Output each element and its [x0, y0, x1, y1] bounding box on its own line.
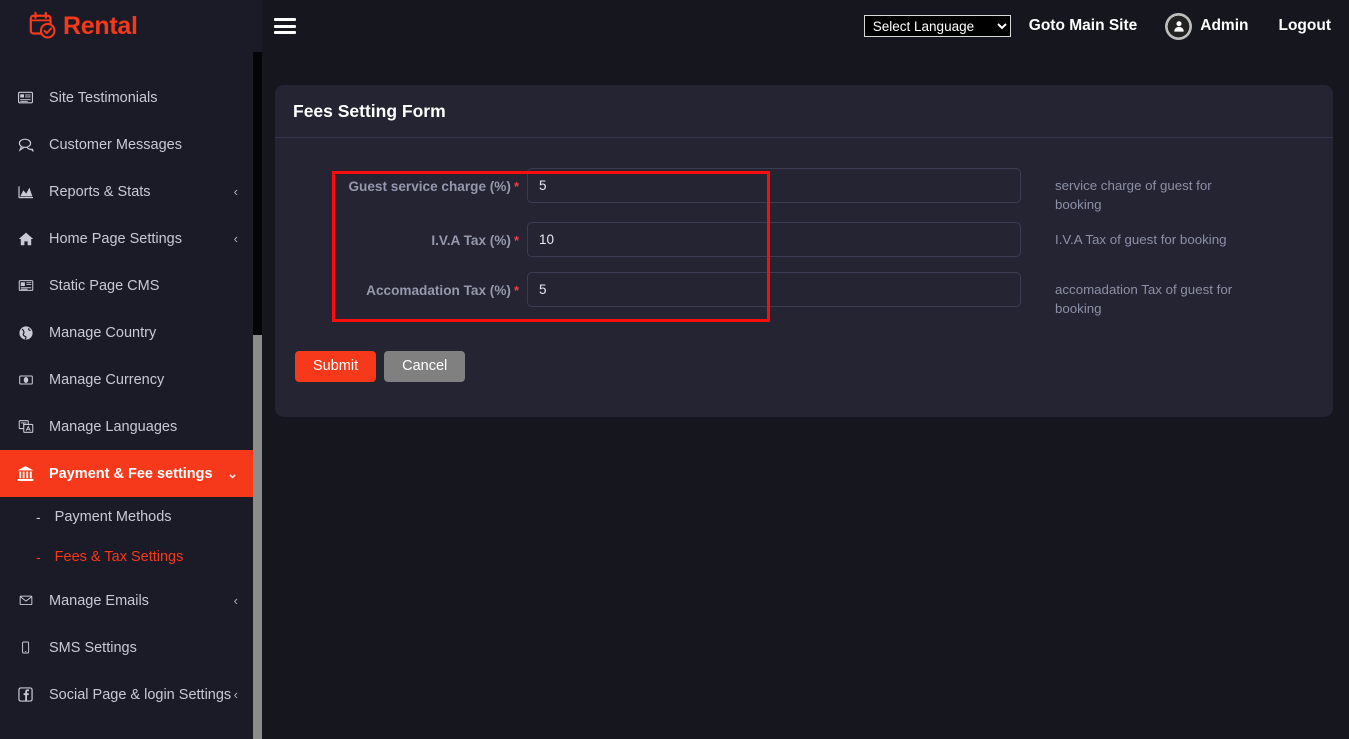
- sidebar-item-customer-messages[interactable]: Customer Messages: [0, 121, 262, 168]
- sidebar-item-label: Home Page Settings: [49, 230, 182, 247]
- iva-tax-label: I.V.A Tax (%) *: [275, 222, 527, 249]
- home-icon: [13, 231, 38, 247]
- label-text: Accomadation Tax (%): [366, 282, 511, 298]
- accomadation-tax-field-wrap: [527, 271, 1024, 307]
- sidebar-item-sms-settings[interactable]: SMS Settings: [0, 624, 262, 671]
- admin-dashboard: Rental Site Testimonials Customer Messag…: [0, 0, 1349, 739]
- facebook-icon: [13, 687, 38, 702]
- label-text: Guest service charge (%): [348, 179, 511, 194]
- testimonial-card-icon: [13, 90, 38, 105]
- sidebar-item-label: Social Page & login Settings: [49, 686, 232, 703]
- sidebar-item-label: Manage Languages: [49, 418, 178, 435]
- label-text: I.V.A Tax (%): [431, 232, 511, 248]
- newspaper-icon: [13, 278, 38, 293]
- sidebar-scrollbar-track[interactable]: [253, 52, 262, 739]
- sidebar-item-social-page-login-settings[interactable]: Social Page & login Settings ‹: [0, 671, 262, 718]
- required-asterisk: *: [513, 282, 519, 298]
- iva-tax-help: I.V.A Tax of guest for booking: [1055, 231, 1227, 247]
- sidebar-item-payment-fee-settings[interactable]: Payment & Fee settings ⌄: [0, 450, 262, 497]
- sidebar-item-label: Static Page CMS: [49, 277, 160, 294]
- required-asterisk: *: [513, 179, 519, 194]
- sidebar-nav: Site Testimonials Customer Messages Repo…: [0, 52, 262, 718]
- form-row-iva-tax: I.V.A Tax (%)* I.V.A Tax of guest for bo…: [275, 221, 1333, 265]
- fees-setting-card: Fees Setting Form Guest service charge (…: [275, 85, 1333, 417]
- header-actions: Select Language Goto Main Site Admin Log…: [863, 12, 1349, 40]
- required-asterisk: *: [513, 232, 519, 248]
- main-content: Fees Setting Form Guest service charge (…: [262, 52, 1349, 739]
- accomadation-tax-label: Accomadation Tax (%) *: [275, 272, 527, 299]
- sidebar: Rental Site Testimonials Customer Messag…: [0, 0, 262, 739]
- bank-icon: [13, 465, 38, 482]
- mobile-phone-icon: [13, 640, 38, 655]
- sidebar-item-static-page-cms[interactable]: Static Page CMS: [0, 262, 262, 309]
- sidebar-subitem-payment-methods[interactable]: - Payment Methods: [0, 497, 262, 537]
- guest-service-charge-input[interactable]: [527, 168, 1021, 203]
- sidebar-item-label: Reports & Stats: [49, 183, 151, 200]
- sidebar-scrollbar-thumb[interactable]: [253, 52, 262, 335]
- accomadation-tax-input[interactable]: [527, 271, 1021, 307]
- chevron-left-icon: ‹: [233, 687, 238, 702]
- sidebar-item-label: SMS Settings: [49, 639, 137, 656]
- page-title: Fees Setting Form: [293, 100, 446, 121]
- guest-service-charge-help: service charge of guest for booking: [1055, 178, 1212, 212]
- chevron-left-icon: ‹: [233, 593, 238, 608]
- iva-tax-field-wrap: [527, 221, 1024, 257]
- sidebar-item-manage-country[interactable]: Manage Country: [0, 309, 262, 356]
- goto-main-site-link[interactable]: Goto Main Site: [1029, 17, 1138, 35]
- chevron-left-icon: ‹: [233, 231, 238, 246]
- form-row-guest-service-charge: Guest service charge (%)* service charge…: [275, 168, 1333, 215]
- dash-bullet: -: [36, 549, 41, 565]
- sidebar-subitem-label: Payment Methods: [54, 509, 172, 525]
- brand-name: Rental: [63, 11, 138, 40]
- language-icon: [13, 419, 38, 434]
- submit-button[interactable]: Submit: [295, 350, 377, 382]
- sidebar-item-label: Customer Messages: [49, 136, 182, 153]
- sidebar-subitem-label: Fees & Tax Settings: [54, 549, 184, 565]
- user-avatar-icon[interactable]: [1165, 12, 1193, 40]
- chevron-down-icon: ⌄: [227, 465, 238, 481]
- sidebar-item-reports-stats[interactable]: Reports & Stats ‹: [0, 168, 262, 215]
- iva-tax-input[interactable]: [527, 221, 1021, 257]
- sidebar-item-label: Payment & Fee settings: [49, 465, 213, 482]
- area-chart-icon: [13, 184, 38, 200]
- money-bill-icon: [13, 373, 38, 387]
- language-select[interactable]: Select Language: [863, 15, 1011, 37]
- calendar-check-icon: [28, 11, 58, 41]
- hamburger-icon[interactable]: [274, 18, 296, 34]
- chat-bubbles-icon: [13, 137, 38, 153]
- form-actions: Submit Cancel: [275, 350, 1333, 382]
- guest-service-charge-field-wrap: [527, 168, 1024, 203]
- sidebar-item-site-testimonials[interactable]: Site Testimonials: [0, 74, 262, 121]
- chevron-left-icon: ‹: [233, 184, 238, 199]
- sidebar-item-home-page-settings[interactable]: Home Page Settings ‹: [0, 215, 262, 262]
- cancel-button[interactable]: Cancel: [384, 350, 466, 382]
- accomadation-tax-help: accomadation Tax of guest for booking: [1055, 281, 1233, 316]
- logout-link[interactable]: Logout: [1278, 17, 1331, 35]
- sidebar-item-label: Site Testimonials: [49, 89, 158, 106]
- dash-bullet: -: [36, 509, 41, 525]
- fees-setting-form: Guest service charge (%)* service charge…: [275, 138, 1333, 417]
- sidebar-item-label: Manage Currency: [49, 371, 165, 388]
- form-row-accomadation-tax: Accomadation Tax (%)* accomadation Tax o…: [275, 271, 1333, 319]
- top-header: Select Language Goto Main Site Admin Log…: [262, 0, 1349, 52]
- sidebar-item-manage-languages[interactable]: Manage Languages: [0, 403, 262, 450]
- sidebar-item-manage-currency[interactable]: Manage Currency: [0, 356, 262, 403]
- guest-service-charge-label: Guest service charge (%) *: [275, 168, 527, 195]
- card-header: Fees Setting Form: [275, 85, 1333, 138]
- sidebar-item-manage-emails[interactable]: Manage Emails ‹: [0, 577, 262, 624]
- globe-icon: [13, 325, 38, 341]
- admin-label[interactable]: Admin: [1200, 17, 1248, 35]
- brand-logo[interactable]: Rental: [0, 0, 262, 52]
- sidebar-item-label: Manage Country: [49, 324, 157, 341]
- sidebar-item-label: Manage Emails: [49, 592, 149, 609]
- sidebar-subitem-fees-tax-settings[interactable]: - Fees & Tax Settings: [0, 537, 262, 577]
- envelope-icon: [13, 594, 38, 607]
